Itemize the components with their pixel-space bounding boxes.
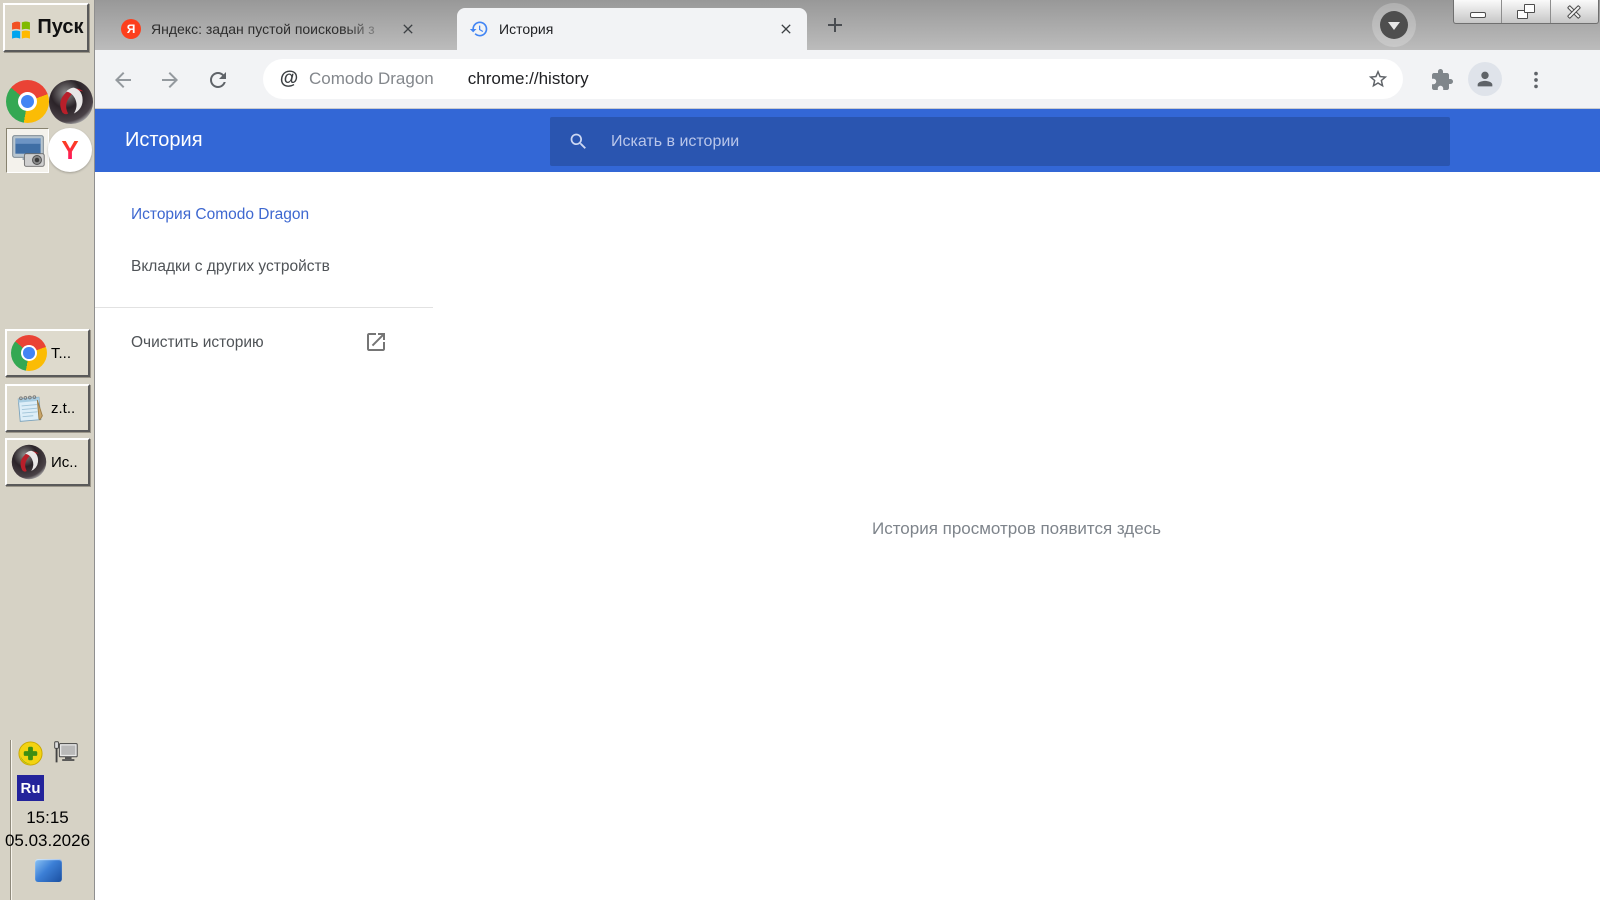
taskbar-button-comodo[interactable]: Ис.. bbox=[5, 438, 90, 486]
taskbar-button-chrome[interactable]: T... bbox=[5, 329, 90, 377]
network-tray-icon[interactable] bbox=[50, 738, 80, 768]
page-title: История bbox=[125, 109, 203, 172]
taskbar-button-notepad[interactable]: z.t.. bbox=[5, 384, 90, 432]
notepad-icon bbox=[11, 390, 47, 426]
menu-icon[interactable] bbox=[1523, 67, 1549, 93]
forward-button[interactable] bbox=[157, 67, 183, 93]
screen-capture-desktop-icon[interactable] bbox=[6, 128, 49, 173]
show-desktop-icon[interactable] bbox=[35, 859, 62, 882]
profile-avatar[interactable] bbox=[1468, 62, 1502, 96]
dragon-at-glyph: @ bbox=[280, 68, 299, 90]
comodo-dragon-desktop-icon[interactable] bbox=[48, 79, 94, 125]
new-tab-button[interactable] bbox=[821, 11, 849, 39]
taskbar-button-label: z.t.. bbox=[51, 400, 75, 417]
external-link-icon[interactable] bbox=[364, 330, 388, 354]
browser-toolbar: @ Comodo Dragon chrome://history bbox=[95, 50, 1600, 109]
tab-history[interactable]: История bbox=[457, 8, 807, 50]
search-input[interactable] bbox=[611, 133, 1432, 151]
tab-title: Яндекс: задан пустой поисковый з bbox=[151, 21, 399, 37]
reload-button[interactable] bbox=[205, 67, 231, 93]
minimize-icon bbox=[1470, 12, 1486, 18]
extensions-icon[interactable] bbox=[1429, 67, 1455, 93]
tab-close-icon[interactable] bbox=[399, 20, 417, 38]
history-icon bbox=[469, 19, 489, 39]
taskbar-button-label: Ис.. bbox=[51, 454, 78, 471]
chrome-icon bbox=[11, 335, 47, 371]
window-controls bbox=[1453, 0, 1599, 24]
tab-search-button[interactable] bbox=[1372, 3, 1416, 47]
tray-date[interactable]: 05.03.2026 bbox=[0, 831, 95, 851]
bookmark-star-icon[interactable] bbox=[1367, 68, 1389, 90]
restore-button[interactable] bbox=[1502, 0, 1550, 23]
history-header: История bbox=[95, 109, 1600, 172]
taskbar-button-label: T... bbox=[51, 345, 71, 362]
comodo-dragon-icon bbox=[11, 444, 47, 480]
tab-title: История bbox=[499, 21, 777, 37]
eco-tray-icon[interactable] bbox=[17, 740, 44, 767]
tab-yandex[interactable]: Я Яндекс: задан пустой поисковый з bbox=[111, 8, 447, 50]
yandex-browser-letter: Y bbox=[61, 135, 78, 166]
minimize-button[interactable] bbox=[1454, 0, 1502, 23]
close-button[interactable] bbox=[1551, 0, 1598, 23]
nav-item-other-devices[interactable]: Вкладки с других устройств bbox=[131, 258, 330, 276]
search-icon bbox=[568, 131, 589, 152]
chrome-desktop-icon[interactable] bbox=[6, 80, 49, 123]
start-button-label: Пуск bbox=[37, 16, 83, 39]
restore-icon bbox=[1517, 4, 1535, 19]
language-indicator[interactable]: Ru bbox=[17, 775, 44, 801]
windows-logo-icon bbox=[8, 15, 34, 41]
yandex-favicon: Я bbox=[121, 19, 141, 39]
tab-strip: Я Яндекс: задан пустой поисковый з Истор… bbox=[95, 0, 1600, 50]
nav-item-history[interactable]: История Comodo Dragon bbox=[131, 206, 309, 224]
site-chip-label: Comodo Dragon bbox=[309, 69, 434, 89]
taskbar: Пуск bbox=[0, 0, 95, 900]
tab-close-icon[interactable] bbox=[777, 20, 795, 38]
history-page-body: История Comodo Dragon Вкладки с других у… bbox=[95, 172, 1600, 900]
back-button[interactable] bbox=[110, 67, 136, 93]
url-text[interactable]: chrome://history bbox=[468, 69, 1367, 89]
browser-window: Я Яндекс: задан пустой поисковый з Истор… bbox=[95, 0, 1600, 900]
screen: Пуск bbox=[0, 0, 1600, 900]
empty-history-message: История просмотров появится здесь bbox=[433, 519, 1600, 539]
history-search-box[interactable] bbox=[550, 117, 1450, 166]
start-button[interactable]: Пуск bbox=[3, 3, 89, 52]
nav-divider bbox=[95, 307, 433, 308]
tab-search-icon bbox=[1380, 11, 1408, 39]
yandex-favicon-letter: Я bbox=[127, 22, 136, 36]
nav-item-clear-history[interactable]: Очистить историю bbox=[131, 334, 264, 352]
close-icon bbox=[1566, 4, 1582, 20]
yandex-browser-desktop-icon[interactable]: Y bbox=[48, 128, 92, 172]
address-bar[interactable]: @ Comodo Dragon chrome://history bbox=[263, 59, 1403, 99]
dragon-at-icon: @ bbox=[277, 67, 301, 91]
tray-clock[interactable]: 15:15 bbox=[0, 808, 95, 828]
